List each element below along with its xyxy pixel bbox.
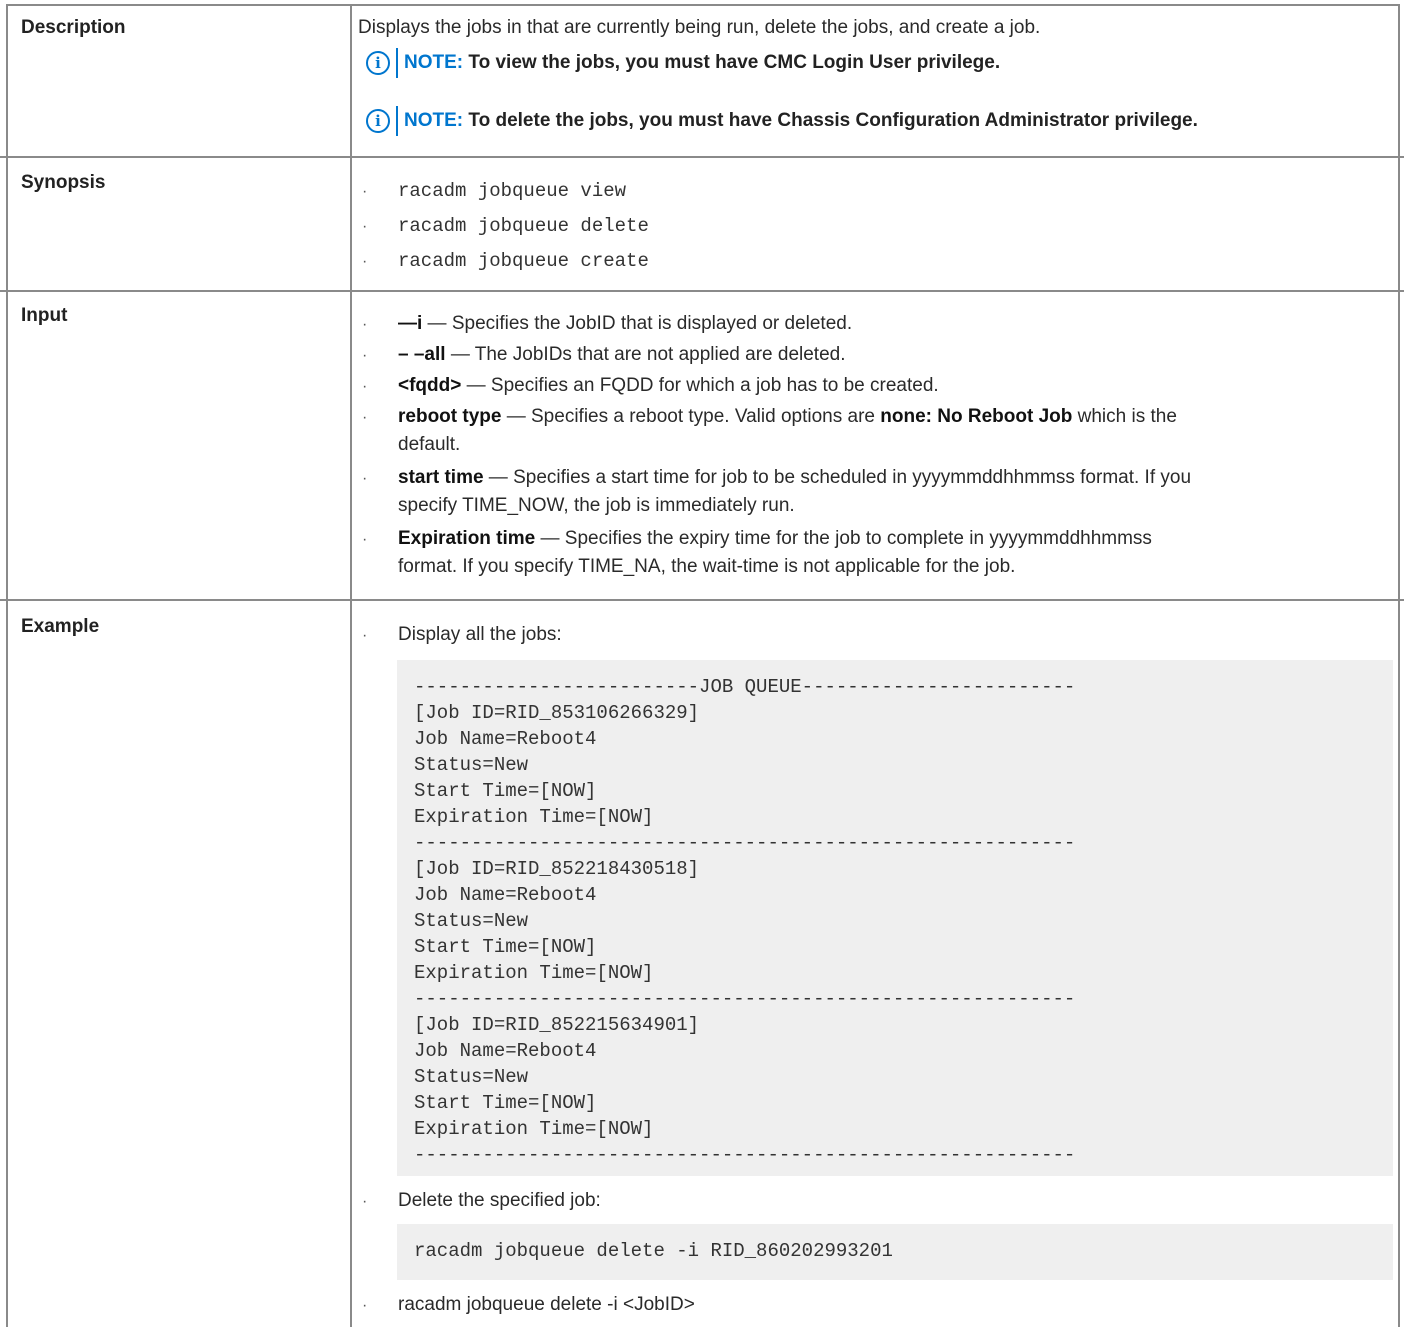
- bullet: ·: [362, 183, 368, 200]
- option-desc-continued: format. If you specify TIME_NA, the wait…: [398, 556, 1016, 577]
- input-option: Expiration time — Specifies the expiry t…: [398, 528, 1152, 550]
- note-text: NOTE: To delete the jobs, you must have …: [404, 110, 1198, 132]
- input-option: start time — Specifies a start time for …: [398, 467, 1191, 489]
- code-line: Status=New: [414, 754, 529, 776]
- code-line: ----------------------------------------…: [414, 832, 1076, 854]
- note-body: To delete the jobs, you must have Chassi…: [463, 110, 1198, 131]
- input-option: – –all — The JobIDs that are not applied…: [398, 344, 846, 366]
- option-desc: — Specifies the JobID that is displayed …: [422, 313, 853, 334]
- code-line: -------------------------JOB QUEUE------…: [414, 676, 1076, 698]
- code-line: [Job ID=RID_852215634901]: [414, 1014, 700, 1036]
- code-line: Start Time=[NOW]: [414, 780, 597, 802]
- option-term: <fqdd>: [398, 375, 462, 396]
- example-item: racadm jobqueue delete -i <JobID>: [398, 1294, 695, 1315]
- code-block-job-queue: -------------------------JOB QUEUE------…: [397, 660, 1393, 1176]
- option-desc: — The JobIDs that are not applied are de…: [445, 344, 846, 365]
- code-line: Status=New: [414, 1066, 529, 1088]
- example-item: Display all the jobs:: [398, 624, 562, 645]
- code-line: [Job ID=RID_852218430518]: [414, 858, 700, 880]
- synopsis-command: racadm jobqueue create: [398, 250, 649, 272]
- info-icon: i: [366, 109, 390, 133]
- option-term: start time: [398, 467, 484, 488]
- option-desc: — Specifies a reboot type. Valid options…: [501, 406, 881, 427]
- bullet: ·: [362, 347, 368, 364]
- bullet: ·: [362, 1193, 368, 1210]
- row-divider: [0, 599, 1404, 601]
- note-view-privilege: i NOTE: To view the jobs, you must have …: [366, 48, 1000, 78]
- option-desc-continued: default.: [398, 434, 461, 455]
- command-reference-table: Description Displays the jobs in that ar…: [0, 0, 1404, 1327]
- input-option: —i — Specifies the JobID that is display…: [398, 313, 852, 335]
- code-line: [Job ID=RID_853106266329]: [414, 702, 700, 724]
- input-label: Input: [21, 305, 68, 326]
- info-icon: i: [366, 51, 390, 75]
- synopsis-command: racadm jobqueue delete: [398, 215, 649, 237]
- bullet: ·: [362, 253, 368, 270]
- example-label: Example: [21, 616, 100, 637]
- example-item: Delete the specified job:: [398, 1190, 601, 1211]
- bullet: ·: [362, 218, 368, 235]
- code-line: Start Time=[NOW]: [414, 936, 597, 958]
- code-line: Expiration Time=[NOW]: [414, 962, 654, 984]
- option-desc: — Specifies the expiry time for the job …: [535, 528, 1152, 549]
- bullet: ·: [362, 470, 368, 487]
- code-line: Status=New: [414, 910, 529, 932]
- code-line: Job Name=Reboot4: [414, 1040, 597, 1062]
- row-divider: [0, 156, 1404, 158]
- row-divider: [0, 290, 1404, 292]
- table-right-border: [1398, 4, 1400, 1327]
- note-divider: [396, 106, 398, 136]
- code-line: Expiration Time=[NOW]: [414, 1118, 654, 1140]
- bullet: ·: [362, 378, 368, 395]
- column-divider: [350, 4, 352, 1327]
- bullet: ·: [362, 531, 368, 548]
- code-line: ----------------------------------------…: [414, 988, 1076, 1010]
- code-line: ----------------------------------------…: [414, 1144, 1076, 1166]
- code-line: racadm jobqueue delete -i RID_8602029932…: [414, 1240, 893, 1262]
- note-delete-privilege: i NOTE: To delete the jobs, you must hav…: [366, 106, 1198, 136]
- code-block-delete: racadm jobqueue delete -i RID_8602029932…: [397, 1224, 1393, 1280]
- description-text: Displays the jobs in that are currently …: [358, 17, 1041, 38]
- option-desc: — Specifies an FQDD for which a job has …: [461, 375, 939, 396]
- bullet: ·: [362, 1297, 368, 1314]
- note-keyword: NOTE:: [404, 110, 464, 131]
- option-term: none: No Reboot Job: [880, 406, 1073, 427]
- note-keyword: NOTE:: [404, 52, 464, 73]
- description-label: Description: [21, 17, 126, 38]
- code-line: Job Name=Reboot4: [414, 884, 597, 906]
- code-line: Job Name=Reboot4: [414, 728, 597, 750]
- table-top-border: [6, 4, 1400, 6]
- option-desc-continued: specify TIME_NOW, the job is immediately…: [398, 495, 795, 516]
- bullet: ·: [362, 316, 368, 333]
- input-option: reboot type — Specifies a reboot type. V…: [398, 406, 1177, 428]
- option-term: – –all: [398, 344, 446, 365]
- synopsis-command: racadm jobqueue view: [398, 180, 627, 202]
- option-desc: — Specifies a start time for job to be s…: [483, 467, 1192, 488]
- note-body: To view the jobs, you must have CMC Logi…: [463, 52, 1001, 73]
- input-option: <fqdd> — Specifies an FQDD for which a j…: [398, 375, 939, 397]
- bullet: ·: [362, 409, 368, 426]
- note-divider: [396, 48, 398, 78]
- bullet: ·: [362, 627, 368, 644]
- table-left-border: [6, 4, 8, 1327]
- code-line: Expiration Time=[NOW]: [414, 806, 654, 828]
- code-line: Start Time=[NOW]: [414, 1092, 597, 1114]
- option-term: —i: [398, 313, 423, 334]
- option-desc: which is the: [1072, 406, 1177, 427]
- note-text: NOTE: To view the jobs, you must have CM…: [404, 52, 1000, 74]
- synopsis-label: Synopsis: [21, 172, 106, 193]
- option-term: reboot type: [398, 406, 502, 427]
- option-term: Expiration time: [398, 528, 536, 549]
